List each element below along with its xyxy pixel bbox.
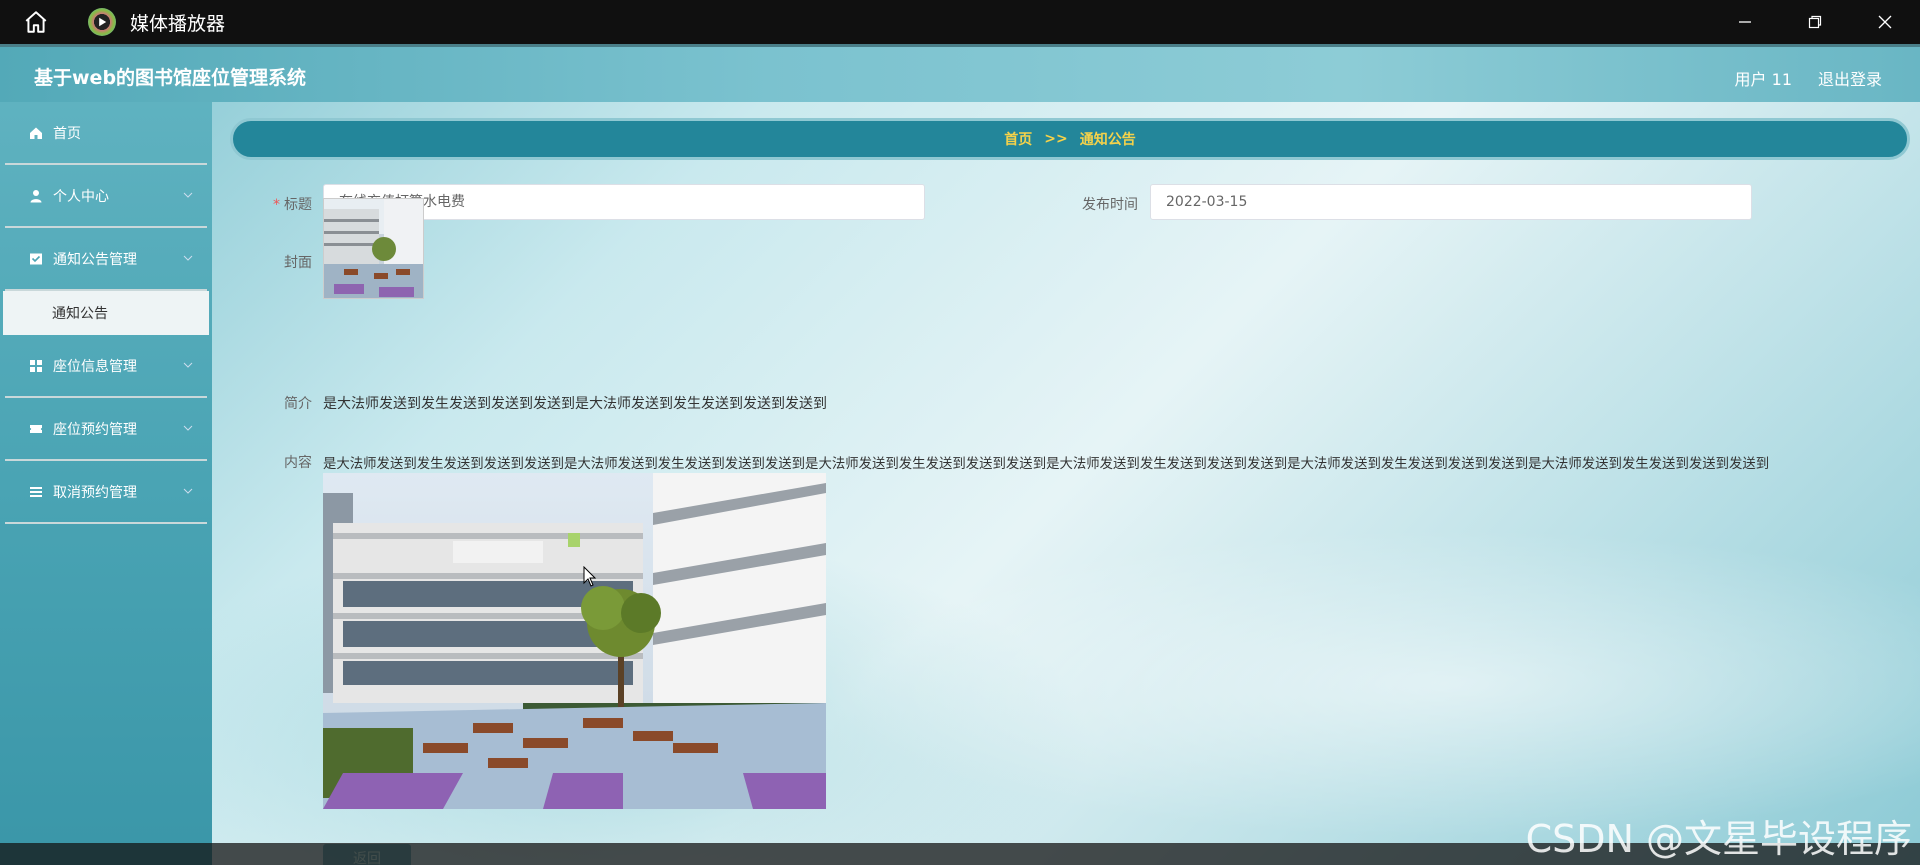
sidebar-item-seat-info-management[interactable]: 座位信息管理 [5,335,207,398]
sidebar: 首页 个人中心 通知公告管理 通知公告 座位信息管理 座位预约管理 取消预约管理 [0,102,212,865]
minimize-icon [1739,21,1751,23]
app-viewport: 基于web的图书馆座位管理系统 用户 11 退出登录 首页 个人中心 通知公告管… [0,44,1920,865]
close-button[interactable] [1850,0,1920,44]
sidebar-item-seat-booking-management[interactable]: 座位预约管理 [5,398,207,461]
intro-label: 简介 [284,396,312,412]
cover-label: 封面 [284,255,312,271]
intro-text: 是大法师发送到发生发送到发送到发送到是大法师发送到发生发送到发送到发送到 [323,396,827,412]
cover-image[interactable] [323,198,424,299]
breadcrumb-separator: >> [1044,131,1068,147]
restore-button[interactable] [1780,0,1850,44]
media-player-logo-icon [88,8,116,36]
sidebar-item-label: 座位信息管理 [53,358,137,375]
content-label: 内容 [284,455,312,471]
window-controls [1710,0,1920,44]
player-titlebar: 媒体播放器 [0,0,1920,44]
breadcrumb-current: 通知公告 [1079,132,1136,148]
chevron-down-icon [183,362,193,368]
sidebar-item-label: 通知公告管理 [53,251,137,268]
sidebar-item-label: 取消预约管理 [53,484,137,501]
notice-icon [29,252,43,266]
required-asterisk: * [273,197,280,213]
chevron-down-icon [183,192,193,198]
title-label: * 标题 [240,194,312,214]
home-button[interactable] [0,0,72,44]
player-title: 媒体播放器 [130,12,226,35]
chevron-down-icon [183,255,193,261]
sidebar-item-label: 首页 [53,125,81,142]
home-icon [29,126,43,140]
watermark: CSDN @文星毕设程序 [1525,817,1912,861]
ticket-icon [29,422,43,436]
content-text: 是大法师发送到发生发送到发送到发送到是大法师发送到发生发送到发送到发送到是大法师… [323,457,1770,472]
list-icon [29,485,43,499]
sidebar-item-cancel-booking-management[interactable]: 取消预约管理 [5,461,207,524]
sidebar-item-label: 座位预约管理 [53,421,137,438]
chevron-down-icon [183,488,193,494]
system-title: 基于web的图书馆座位管理系统 [34,67,307,89]
home-icon [25,11,47,33]
content-photo [323,473,826,809]
sidebar-subitem-notice[interactable]: 通知公告 [3,291,209,335]
user-label: 用户 11 [1734,70,1792,89]
breadcrumb: 首页 >> 通知公告 [230,118,1910,160]
user-icon [29,189,43,203]
sidebar-item-label: 个人中心 [53,188,109,205]
publish-time-label: 发布时间 [1082,197,1138,213]
breadcrumb-home-link[interactable]: 首页 [1004,129,1032,149]
sidebar-item-personal-center[interactable]: 个人中心 [5,165,207,228]
sidebar-item-home[interactable]: 首页 [5,102,207,165]
content-image [323,473,826,809]
app-header: 基于web的图书馆座位管理系统 用户 11 退出登录 [0,44,1920,102]
grid-icon [29,359,43,373]
chevron-down-icon [183,425,193,431]
title-label-text: 标题 [284,197,312,213]
close-icon [1878,15,1892,29]
minimize-button[interactable] [1710,0,1780,44]
logout-link[interactable]: 退出登录 [1818,66,1882,90]
mouse-cursor-icon [583,566,597,587]
cover-photo [324,199,423,298]
publish-time-input[interactable]: 2022-03-15 [1150,184,1752,220]
restore-icon [1808,15,1822,29]
sidebar-item-notice-management[interactable]: 通知公告管理 [5,228,207,291]
